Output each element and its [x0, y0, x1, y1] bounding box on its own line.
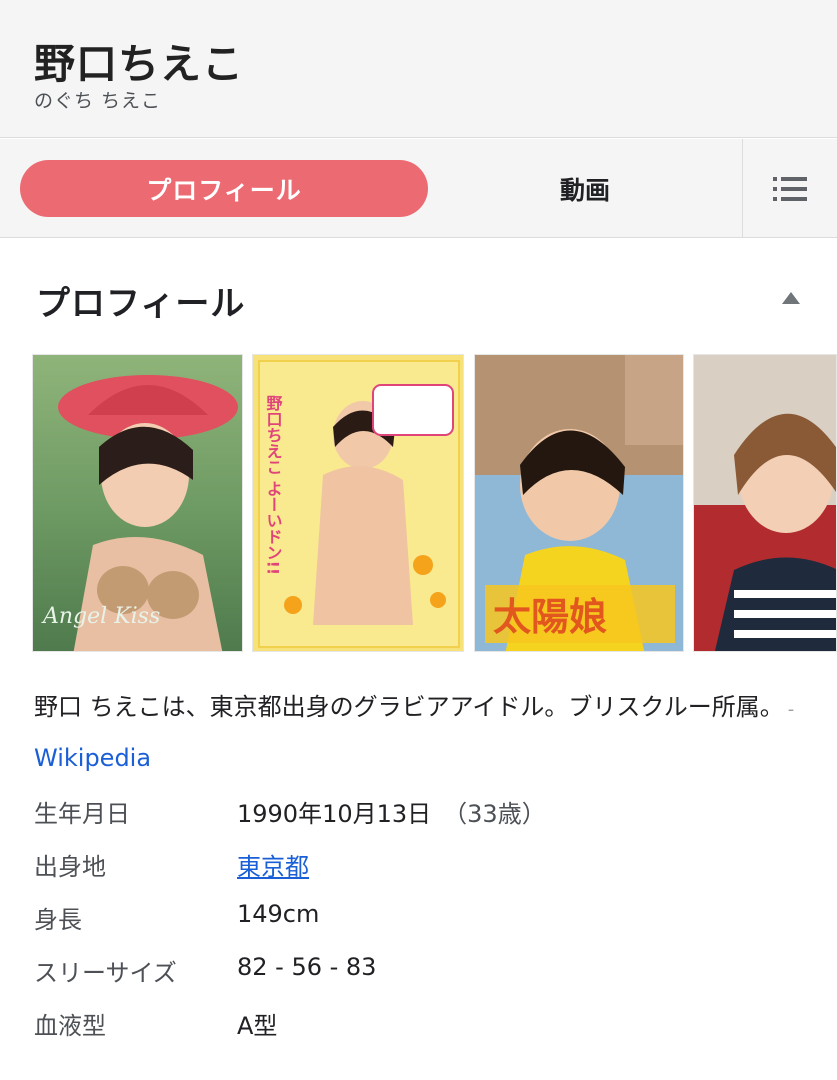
birthplace-link[interactable]: 東京都 — [237, 847, 309, 882]
fact-label: 血液型 — [34, 1012, 106, 1040]
cover-caption: 太陽娘 — [493, 595, 607, 639]
age-value: （33歳） — [443, 800, 546, 828]
name-reading: のぐち ちえこ — [34, 90, 162, 112]
birthdate-value: 1990年10月13日 — [237, 800, 432, 828]
cover-caption: Angel Kiss — [41, 604, 160, 629]
fact-label: 出身地 — [34, 853, 106, 881]
fact-label: 身長 — [34, 906, 82, 934]
dvd-cover-image-3[interactable]: 太陽娘 — [474, 354, 684, 652]
fact-value: 149cm — [237, 900, 320, 928]
more-menu-button[interactable] — [743, 139, 837, 238]
description: 野口 ちえこは、東京都出身のグラビアアイドル。ブリスクルー所属。 - Wikiped… — [34, 683, 804, 782]
page-title: 野口ちえこ — [34, 40, 244, 88]
wikipedia-link[interactable]: Wikipedia — [34, 744, 151, 772]
fact-label: 生年月日 — [34, 800, 130, 828]
section-title-profile: プロフィール — [36, 284, 246, 324]
list-icon — [773, 176, 807, 201]
tab-videos[interactable]: 動画 — [428, 160, 742, 217]
fact-row-birthdate: 生年月日 1990年10月13日 （33歳） — [34, 786, 814, 839]
fact-row-measurements: スリーサイズ 82 - 56 - 83 — [34, 945, 814, 998]
fact-value: 82 - 56 - 83 — [237, 953, 377, 981]
fact-label: スリーサイズ — [34, 959, 177, 987]
knowledge-panel-header: 野口ちえこ のぐち ちえこ — [0, 0, 837, 138]
image-carousel[interactable]: Angel Kiss 野口ちえこ よーいドン!! 太陽娘 — [0, 354, 837, 652]
fact-row-birthplace: 出身地 東京都 — [34, 839, 814, 892]
photo-image-4[interactable] — [693, 354, 837, 652]
tab-profile[interactable]: プロフィール — [20, 160, 428, 217]
fact-row-blood-type: 血液型 A型 — [34, 998, 814, 1051]
dvd-cover-image-2[interactable]: 野口ちえこ よーいドン!! — [252, 354, 464, 652]
fact-row-height: 身長 149cm — [34, 892, 814, 945]
description-text: 野口 ちえこは、東京都出身のグラビアアイドル。ブリスクルー所属。 — [34, 693, 784, 721]
triangle-up-icon[interactable] — [779, 288, 803, 308]
cover-caption: 野口ちえこ よーいドン!! — [264, 395, 283, 575]
description-separator: - — [787, 699, 795, 720]
dvd-cover-image-1[interactable]: Angel Kiss — [32, 354, 243, 652]
tab-bar: プロフィール 動画 — [0, 139, 837, 238]
fact-value: 1990年10月13日 （33歳） — [237, 794, 546, 829]
fact-value: A型 — [237, 1012, 278, 1040]
facts-list: 生年月日 1990年10月13日 （33歳） 出身地 東京都 身長 149cm ス… — [34, 786, 814, 1051]
